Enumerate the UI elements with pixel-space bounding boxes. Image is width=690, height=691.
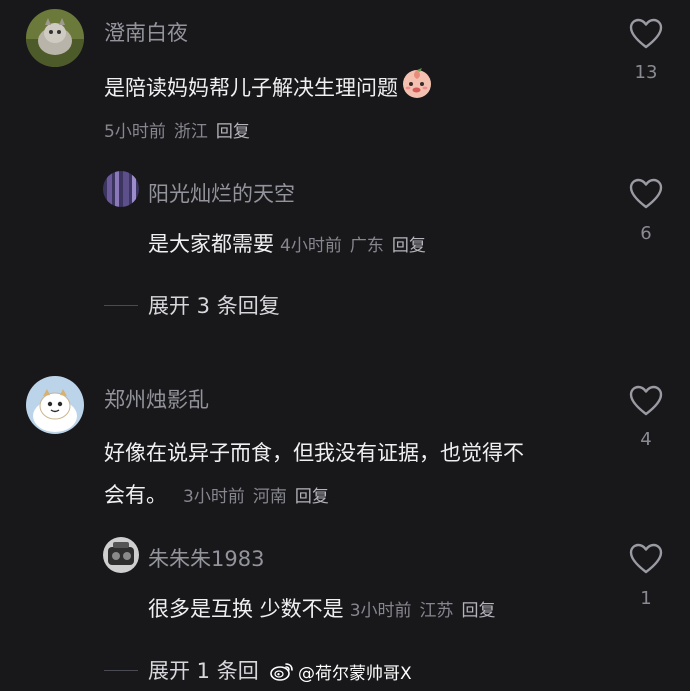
- avatar[interactable]: [103, 171, 139, 207]
- reply-meta: 4小时前 广东 回复: [280, 236, 434, 256]
- username[interactable]: 郑州烛影乱: [104, 384, 209, 414]
- username[interactable]: 澄南白夜: [104, 17, 188, 47]
- expand-replies-button[interactable]: 展开 3 条回复: [148, 290, 280, 320]
- heart-icon: [629, 18, 663, 49]
- comment-text-line: 好像在说异子而食，但我没有证据，也觉得不: [104, 441, 524, 465]
- location: 江苏: [419, 601, 454, 621]
- comment-text-body: 是陪读妈妈帮儿子解决生理问题: [104, 76, 398, 100]
- heart-icon: [629, 385, 663, 416]
- location: 浙江: [173, 122, 208, 142]
- comment-text: 好像在说异子而食，但我没有证据，也觉得不 会有。 3小时前 河南 回复: [104, 432, 524, 518]
- reply-text: 是大家都需要 4小时前 广东 回复: [148, 223, 434, 267]
- reply-text-body: 是大家都需要: [148, 232, 274, 256]
- divider: [104, 305, 138, 306]
- username[interactable]: 朱朱朱1983: [148, 543, 264, 573]
- watermark: @荷尔蒙帅哥X: [270, 656, 412, 686]
- watermark-text: @荷尔蒙帅哥X: [298, 663, 412, 684]
- comment-text-body: 会有。: [104, 483, 167, 507]
- timestamp: 4小时前: [280, 236, 342, 256]
- location: 广东: [349, 236, 384, 256]
- location: 河南: [252, 487, 287, 507]
- reply-button[interactable]: 回复: [392, 236, 426, 256]
- comment-meta: 3小时前 河南 回复: [183, 487, 337, 507]
- like-button[interactable]: [629, 543, 663, 575]
- heart-icon: [629, 178, 663, 209]
- comment-text-line: 会有。 3小时前 河南 回复: [104, 474, 524, 518]
- avatar[interactable]: [26, 9, 84, 67]
- timestamp: 3小时前: [349, 601, 412, 621]
- reply-text-body: 很多是互换 少数不是: [148, 597, 344, 621]
- comment-text: 是陪读妈妈帮儿子解决生理问题: [104, 65, 434, 113]
- avatar[interactable]: [26, 376, 84, 434]
- reply-text: 很多是互换 少数不是 3小时前 江苏 回复: [148, 588, 504, 632]
- timestamp: 5小时前: [104, 122, 166, 142]
- weibo-icon: [270, 663, 293, 681]
- like-count: 1: [640, 588, 652, 609]
- like-button[interactable]: [629, 178, 663, 210]
- divider: [104, 670, 138, 671]
- like-button[interactable]: [629, 385, 663, 417]
- peach-face-emoji-icon: [400, 65, 434, 113]
- expand-replies-row: 展开 3 条回复: [0, 286, 690, 326]
- reply-button[interactable]: 回复: [295, 487, 329, 507]
- reply-button[interactable]: 回复: [462, 601, 496, 621]
- expand-replies-button[interactable]: 展开 1 条回: [148, 655, 259, 685]
- timestamp: 3小时前: [183, 487, 245, 507]
- like-count: 4: [640, 429, 652, 450]
- username[interactable]: 阳光灿烂的天空: [148, 178, 295, 208]
- heart-icon: [629, 543, 663, 574]
- reply-button[interactable]: 回复: [216, 122, 250, 142]
- comment-list: 澄南白夜 是陪读妈妈帮儿子解决生理问题 5小时前 浙江 回复 13 阳光灿烂的天…: [0, 0, 690, 691]
- reply-meta: 3小时前 江苏 回复: [350, 601, 504, 621]
- avatar[interactable]: [103, 537, 139, 573]
- comment-meta: 5小时前 浙江 回复: [104, 117, 258, 142]
- like-count: 13: [634, 62, 658, 83]
- like-button[interactable]: [629, 18, 663, 50]
- like-count: 6: [640, 223, 652, 244]
